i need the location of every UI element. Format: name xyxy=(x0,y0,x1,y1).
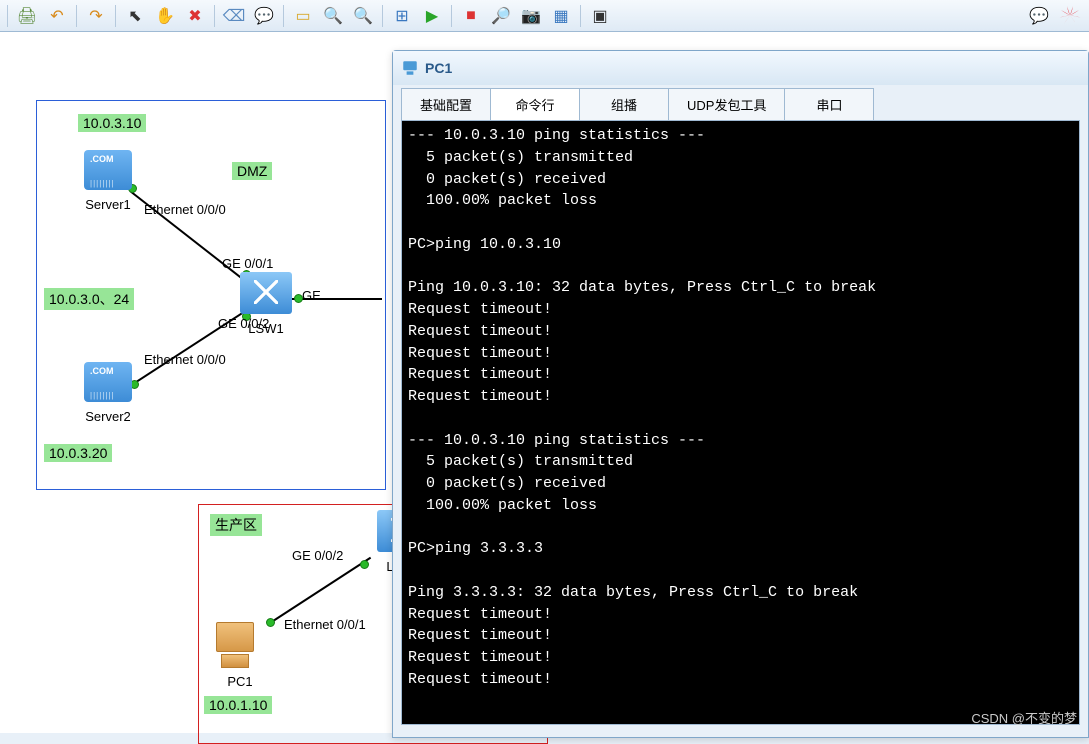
lsw1-port1-label: GE 0/0/1 xyxy=(222,256,273,271)
pc-icon xyxy=(210,622,260,672)
pc-icon xyxy=(401,59,419,77)
toolbar-separator xyxy=(580,5,581,27)
server2-port-label: Ethernet 0/0/0 xyxy=(144,352,226,367)
note-icon[interactable]: ▭ xyxy=(289,3,317,29)
server2-name: Server2 xyxy=(78,409,138,424)
lsw1-port-out-label: GE xyxy=(302,288,321,303)
terminal-titlebar[interactable]: PC1 xyxy=(393,51,1088,85)
pc1-terminal-window[interactable]: PC1 基础配置命令行组播UDP发包工具串口 --- 10.0.3.10 pin… xyxy=(392,50,1089,738)
device-server2[interactable]: Server2 xyxy=(78,362,138,424)
toolbar-separator xyxy=(115,5,116,27)
zoom-out-icon[interactable]: 🔍 xyxy=(349,3,377,29)
huawei-logo xyxy=(1055,5,1085,27)
capture-icon[interactable]: 📷 xyxy=(517,3,545,29)
grid-icon[interactable]: ▦ xyxy=(547,3,575,29)
server1-port-label: Ethernet 0/0/0 xyxy=(144,202,226,217)
print-icon[interactable]: 🖨 xyxy=(13,3,41,29)
server1-ip-tag: 10.0.3.10 xyxy=(78,114,146,132)
subnet-tag: 10.0.3.0、24 xyxy=(44,288,134,310)
terminal-tab-3[interactable]: UDP发包工具 xyxy=(668,88,785,120)
device-server1[interactable]: Server1 xyxy=(78,150,138,212)
toolbar-separator xyxy=(283,5,284,27)
delete-icon[interactable]: ✖ xyxy=(181,3,209,29)
undo-icon[interactable]: ↶ xyxy=(43,3,71,29)
main-toolbar: 🖨↶↷⬉✋✖⌫💬▭🔍🔍⊞▶■🔎📷▦▣ 💬 xyxy=(0,0,1089,32)
server-icon xyxy=(84,362,132,402)
device-pc1[interactable]: PC1 xyxy=(210,622,270,689)
pc1-name: PC1 xyxy=(210,674,270,689)
terminal-tab-1[interactable]: 命令行 xyxy=(490,88,580,120)
erase-icon[interactable]: ⌫ xyxy=(220,3,248,29)
fit-icon[interactable]: ⊞ xyxy=(388,3,416,29)
terminal-body[interactable]: --- 10.0.3.10 ping statistics --- 5 pack… xyxy=(401,120,1080,725)
terminal-tabs: 基础配置命令行组播UDP发包工具串口 xyxy=(393,85,1088,120)
production-label: 生产区 xyxy=(210,514,262,536)
topology-canvas[interactable]: 10.0.3.10 DMZ 10.0.3.0、24 10.0.3.20 Serv… xyxy=(0,32,1089,733)
pointer-icon[interactable]: ⬉ xyxy=(121,3,149,29)
server2-ip-tag: 10.0.3.20 xyxy=(44,444,112,462)
toolbar-separator xyxy=(451,5,452,27)
pc1-ip-tag: 10.0.1.10 xyxy=(204,696,272,714)
server1-name: Server1 xyxy=(78,197,138,212)
toolbar-separator xyxy=(76,5,77,27)
screen-icon[interactable]: ▣ xyxy=(586,3,614,29)
terminal-title: PC1 xyxy=(425,60,452,76)
inspect-icon[interactable]: 🔎 xyxy=(487,3,515,29)
stop-icon[interactable]: ■ xyxy=(457,3,485,29)
switch-icon xyxy=(240,272,292,314)
lsw1-port2-label: GE 0/0/2 xyxy=(218,316,269,331)
server-icon xyxy=(84,150,132,190)
hand-icon[interactable]: ✋ xyxy=(151,3,179,29)
toolbar-separator xyxy=(7,5,8,27)
annotate-icon[interactable]: 💬 xyxy=(250,3,278,29)
terminal-tab-0[interactable]: 基础配置 xyxy=(401,88,491,120)
play-icon[interactable]: ▶ xyxy=(418,3,446,29)
terminal-tab-4[interactable]: 串口 xyxy=(784,88,874,120)
terminal-tab-2[interactable]: 组播 xyxy=(579,88,669,120)
dmz-label: DMZ xyxy=(232,162,272,180)
switch2-port-label: GE 0/0/2 xyxy=(292,548,343,563)
zoom-in-icon[interactable]: 🔍 xyxy=(319,3,347,29)
pc1-port-label: Ethernet 0/0/1 xyxy=(284,617,366,632)
toolbar-separator xyxy=(382,5,383,27)
terminal-output: --- 10.0.3.10 ping statistics --- 5 pack… xyxy=(408,125,1073,691)
feedback-icon[interactable]: 💬 xyxy=(1025,3,1053,29)
toolbar-separator xyxy=(214,5,215,27)
redo-icon[interactable]: ↷ xyxy=(82,3,110,29)
watermark: CSDN @不变的梦 xyxy=(971,708,1077,727)
